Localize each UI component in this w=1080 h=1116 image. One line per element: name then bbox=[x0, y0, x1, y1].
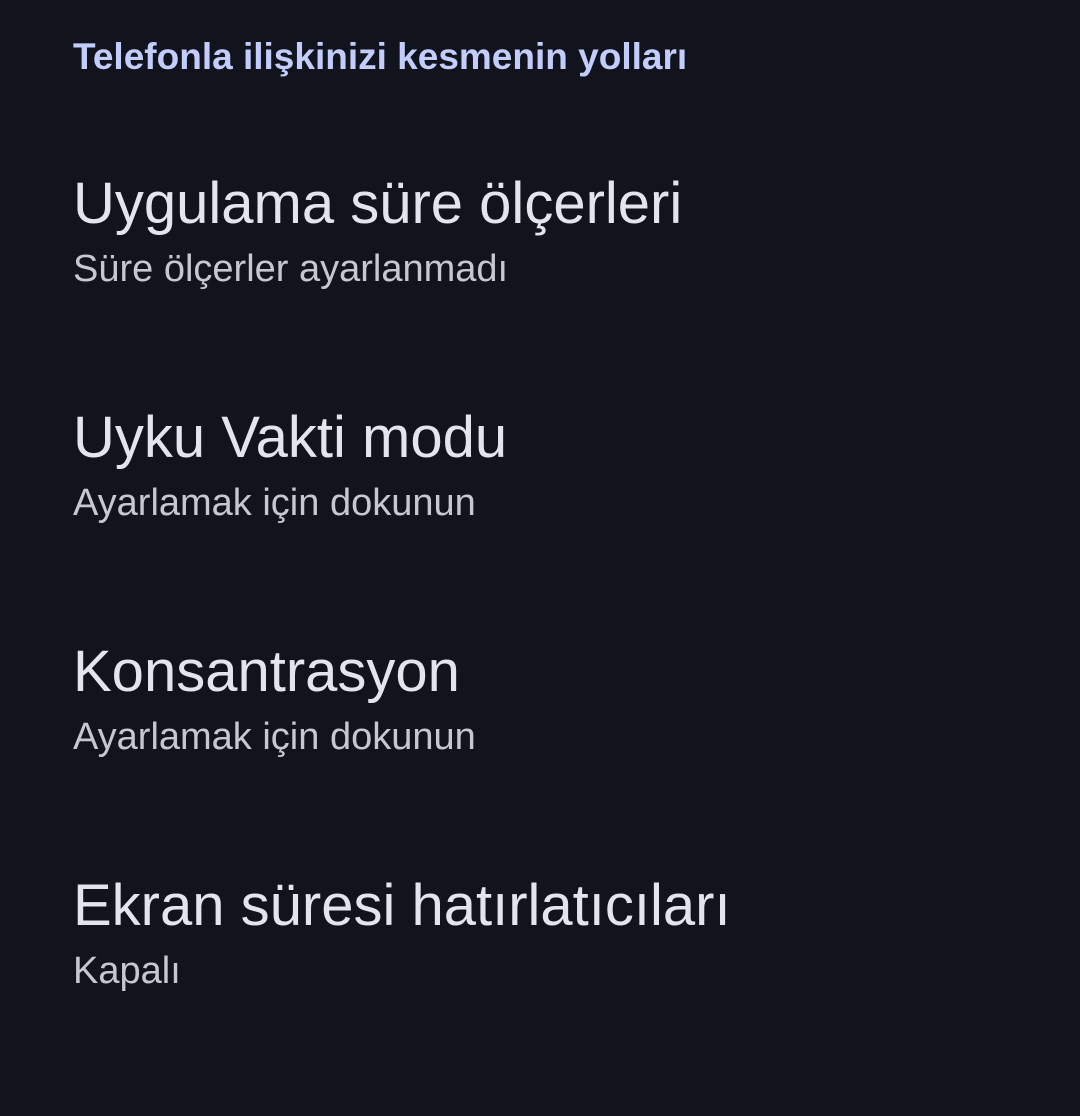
item-title: Konsantrasyon bbox=[73, 639, 460, 704]
item-summary: Kapalı bbox=[73, 950, 181, 992]
bedtime-mode-item[interactable]: Uyku Vakti modu Ayarlamak için dokunun bbox=[0, 352, 1080, 586]
item-title: Ekran süresi hatırlatıcıları bbox=[73, 873, 731, 938]
item-title: Uyku Vakti modu bbox=[73, 405, 508, 470]
section-header: Telefonla ilişkinizi kesmenin yolları bbox=[73, 36, 688, 77]
item-summary: Ayarlamak için dokunun bbox=[73, 716, 476, 758]
focus-mode-item[interactable]: Konsantrasyon Ayarlamak için dokunun bbox=[0, 586, 1080, 820]
item-summary: Süre ölçerler ayarlanmadı bbox=[73, 248, 509, 290]
item-summary: Ayarlamak için dokunun bbox=[73, 482, 476, 524]
item-title: Uygulama süre ölçerleri bbox=[73, 171, 683, 236]
screen-time-reminders-item[interactable]: Ekran süresi hatırlatıcıları Kapalı bbox=[0, 820, 1080, 1054]
app-timers-item[interactable]: Uygulama süre ölçerleri Süre ölçerler ay… bbox=[0, 118, 1080, 352]
